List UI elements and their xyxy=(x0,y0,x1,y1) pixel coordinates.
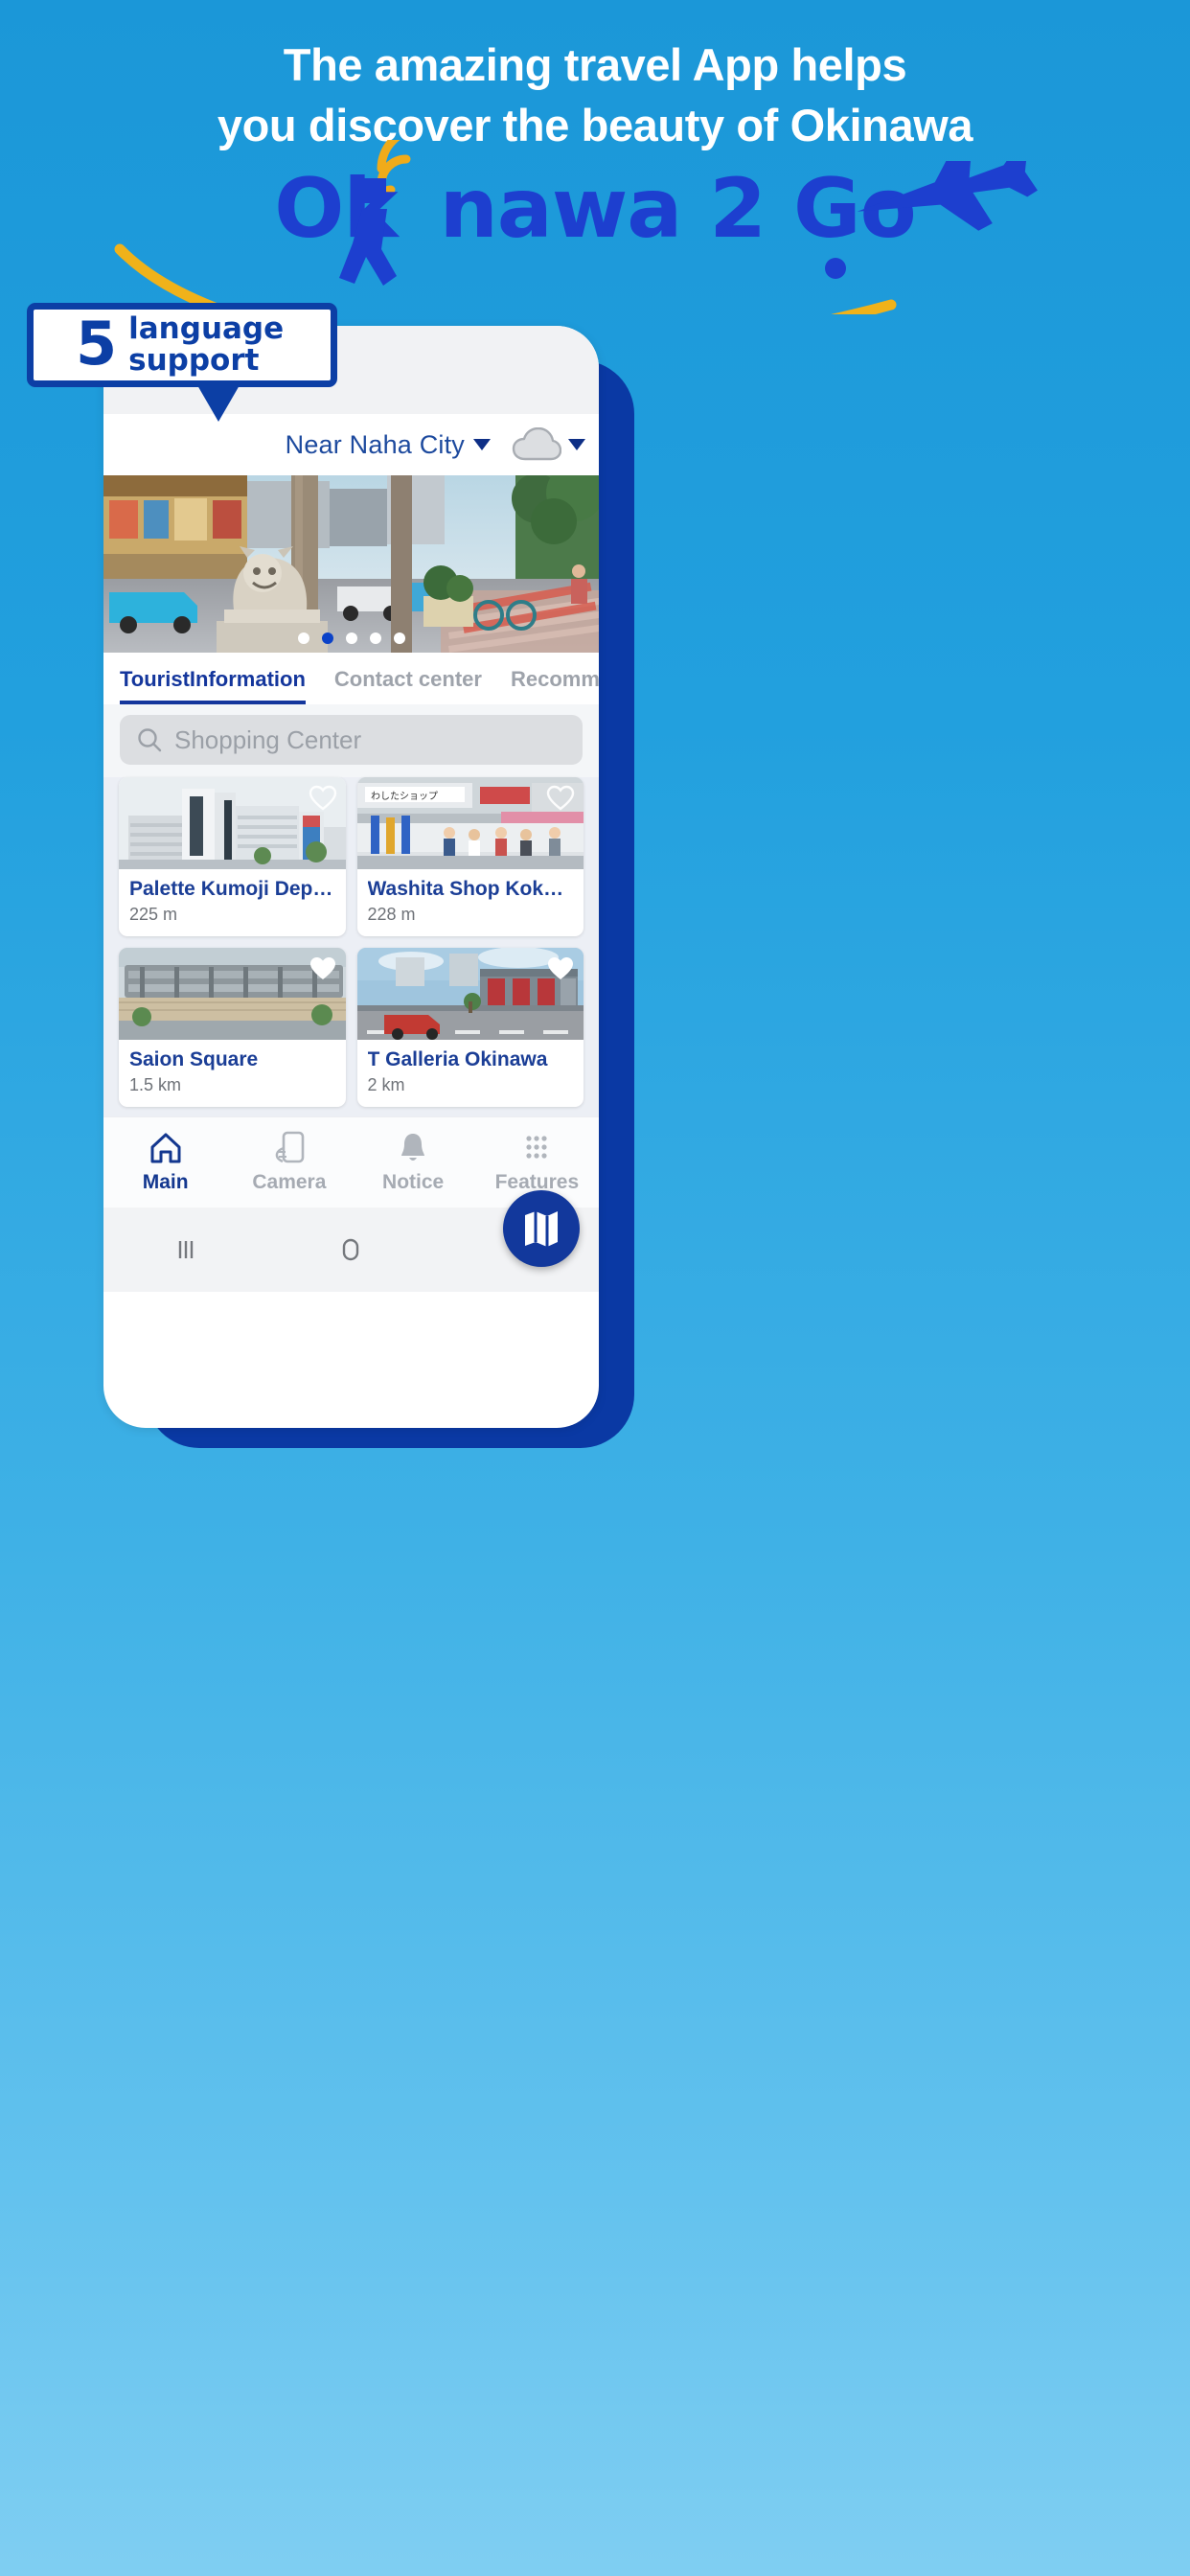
carousel-dot[interactable] xyxy=(345,632,357,644)
chevron-down-icon xyxy=(473,439,491,450)
bell-icon xyxy=(401,1134,425,1162)
grid-dots-icon xyxy=(526,1136,547,1159)
place-name: T Galleria Okinawa xyxy=(367,1048,548,1071)
three-bars-icon[interactable] xyxy=(170,1233,202,1266)
place-info: Saion Square 1.5 km xyxy=(119,1040,346,1107)
content-tabs: TouristInformation Contact center Recomm… xyxy=(103,653,599,704)
carousel-dot[interactable] xyxy=(297,632,309,644)
nav-label: Camera xyxy=(252,1171,327,1194)
nav-label: Notice xyxy=(382,1171,445,1194)
headline-line-1: The amazing travel App helps xyxy=(283,39,907,90)
promo-headline: The amazing travel App helps you discove… xyxy=(0,39,1190,150)
search-input[interactable]: Shopping Center xyxy=(174,725,361,755)
map-fab-button[interactable] xyxy=(503,1190,580,1267)
badge-text: language support xyxy=(128,313,284,377)
nav-item-notice[interactable]: Notice xyxy=(352,1131,475,1194)
place-name: Washita Shop Kokusai Str... xyxy=(367,878,574,900)
carousel-dot-active[interactable] xyxy=(321,632,333,644)
place-info: Palette Kumoji Departmen... 225 m xyxy=(119,869,346,936)
carousel-dot[interactable] xyxy=(393,632,405,644)
tab-contact-center[interactable]: Contact center xyxy=(334,667,482,704)
search-section: Shopping Center xyxy=(103,704,599,777)
favorite-heart-icon[interactable] xyxy=(546,785,575,812)
place-card[interactable]: Saion Square 1.5 km xyxy=(119,948,346,1108)
app-header: Near Naha City xyxy=(103,414,599,475)
weather-widget[interactable] xyxy=(512,427,585,462)
badge-pointer xyxy=(197,385,240,422)
place-name: Saion Square xyxy=(129,1048,259,1071)
nav-item-features[interactable]: Features xyxy=(475,1131,599,1194)
hero-carousel[interactable] xyxy=(103,475,599,653)
location-label: Near Naha City xyxy=(285,429,465,459)
home-icon xyxy=(150,1133,181,1163)
place-card[interactable]: わしたショップ Washita Shop Kokus 228 m xyxy=(356,777,584,937)
phone-mockup: Near Naha City TouristInformation Contac… xyxy=(103,326,599,1428)
place-card[interactable]: T Galleria Okinawa 2 km xyxy=(356,948,584,1108)
tab-tourist-information[interactable]: TouristInformation xyxy=(120,667,306,704)
hero-image-okinawa-street xyxy=(103,475,599,653)
place-card[interactable]: Palette Kumoji Departmen... 225 m xyxy=(119,777,346,937)
favorite-heart-icon-filled[interactable] xyxy=(309,955,337,982)
map-icon xyxy=(525,1211,558,1247)
place-image xyxy=(356,948,584,1041)
search-bar[interactable]: Shopping Center xyxy=(120,715,583,765)
badge-line-2: support xyxy=(128,343,260,378)
place-info: T Galleria Okinawa 2 km xyxy=(357,1040,584,1107)
badge-number: 5 xyxy=(76,309,118,379)
place-distance: 1.5 km xyxy=(129,1075,182,1095)
nav-item-camera[interactable]: Camera xyxy=(227,1131,351,1194)
rounded-square-icon[interactable] xyxy=(334,1233,367,1266)
carousel-dot[interactable] xyxy=(369,632,381,644)
place-name: Palette Kumoji Departmen... xyxy=(129,878,335,900)
place-image xyxy=(119,777,346,869)
place-image: わしたショップ xyxy=(356,777,584,869)
location-selector[interactable]: Near Naha City xyxy=(286,430,491,460)
nav-label: Main xyxy=(142,1171,189,1194)
tab-recommended[interactable]: Recommended xyxy=(511,667,599,704)
cloud-icon xyxy=(512,427,561,461)
carousel-dots[interactable] xyxy=(103,632,599,644)
search-icon xyxy=(138,728,162,752)
place-info: Washita Shop Kokusai Str... 228 m xyxy=(357,869,584,936)
chevron-down-icon xyxy=(568,439,585,450)
phone-camera-icon xyxy=(275,1131,305,1163)
logo-airplane-icon xyxy=(825,161,1038,279)
nav-item-main[interactable]: Main xyxy=(103,1131,227,1194)
badge-line-1: language xyxy=(128,311,285,347)
place-distance: 225 m xyxy=(129,905,178,925)
place-distance: 2 km xyxy=(367,1075,405,1095)
places-grid: Palette Kumoji Departmen... 225 m わしたショッ… xyxy=(103,777,599,1117)
language-support-badge: 5 language support xyxy=(27,303,337,387)
place-distance: 228 m xyxy=(367,905,416,925)
place-image xyxy=(119,948,346,1041)
favorite-heart-icon[interactable] xyxy=(309,785,337,812)
favorite-heart-icon-filled[interactable] xyxy=(546,955,575,982)
app-logo: Ok nawa 2 Go xyxy=(0,140,1190,314)
svg-text:わしたショップ: わしたショップ xyxy=(371,791,438,802)
